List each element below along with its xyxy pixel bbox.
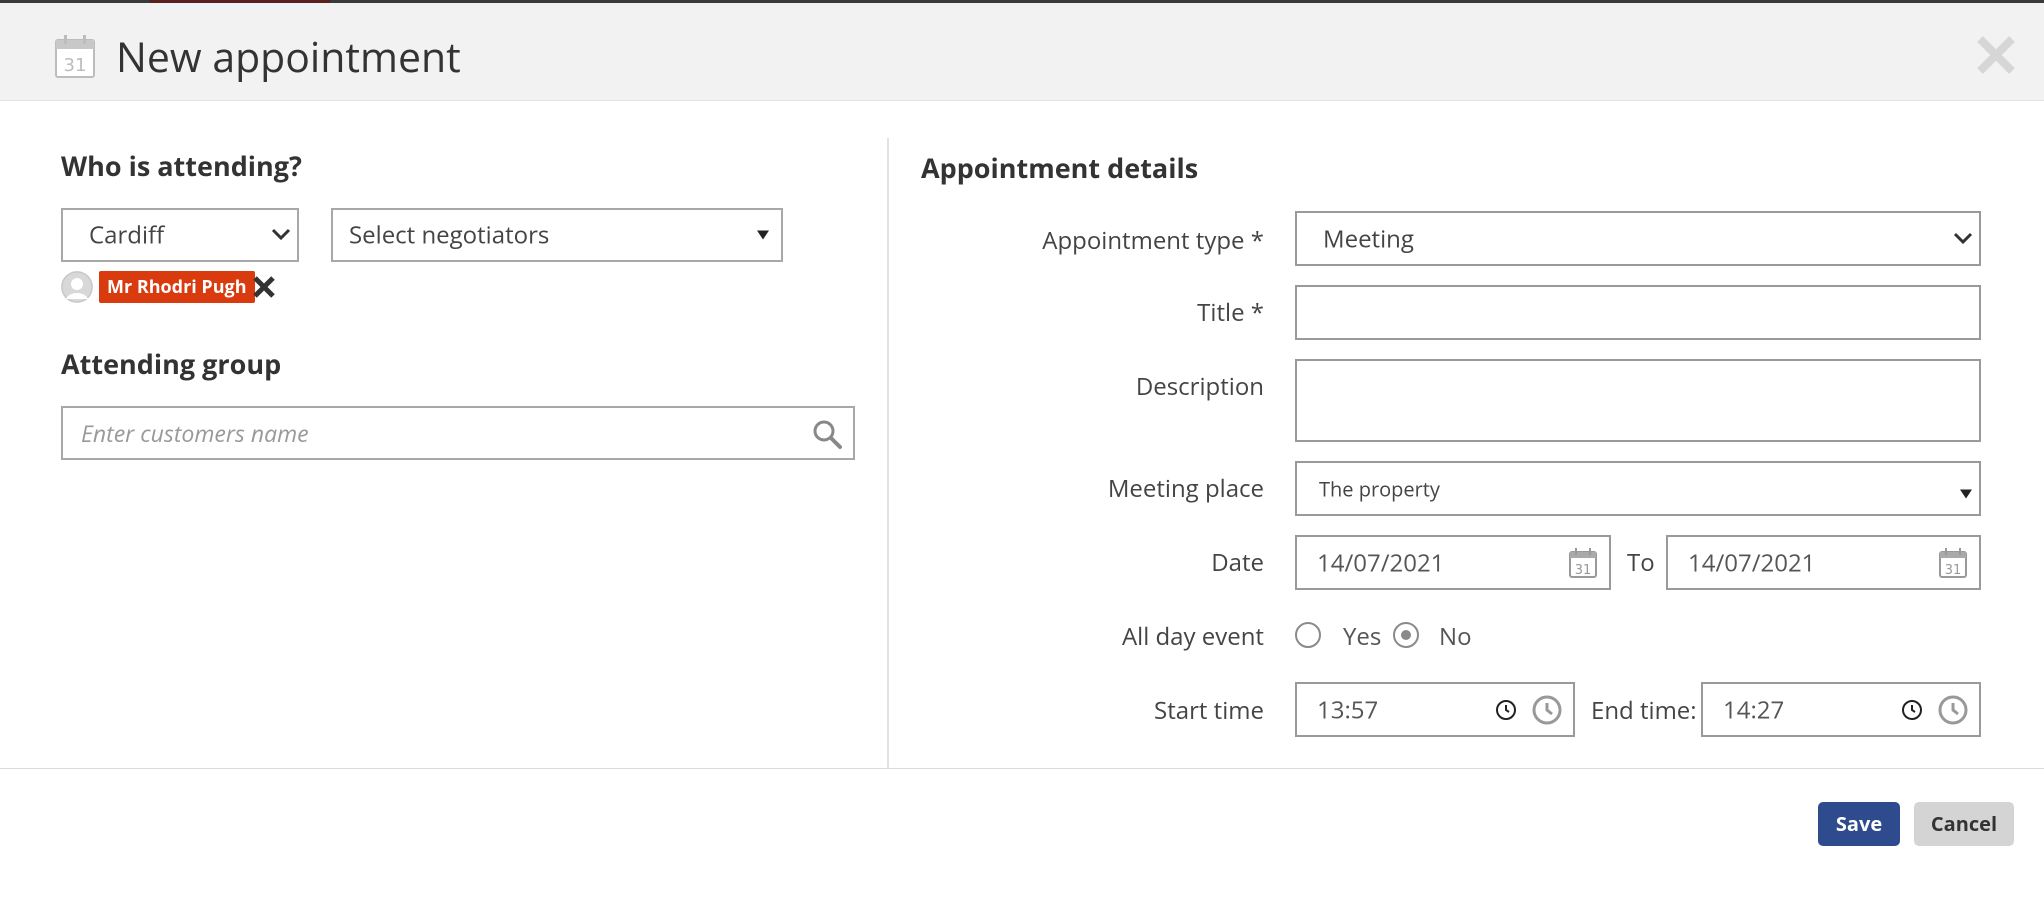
title-input[interactable] <box>1295 285 1981 340</box>
date-from-input[interactable]: 14/07/2021 31 <box>1295 535 1611 590</box>
dropdown-arrow-icon <box>757 230 769 240</box>
avatar <box>61 271 93 303</box>
customer-search-input[interactable] <box>81 416 781 450</box>
save-button[interactable]: Save <box>1818 802 1900 846</box>
time-picker-icon[interactable] <box>1532 695 1562 725</box>
description-textarea[interactable] <box>1295 359 1981 442</box>
customer-search-field[interactable] <box>61 406 855 460</box>
footer-divider <box>0 768 2044 769</box>
description-label: Description <box>1135 370 1264 403</box>
appointment-type-label: Appointment type * <box>1042 224 1264 257</box>
all-day-no-label: No <box>1439 620 1472 653</box>
start-time-value: 13:57 <box>1317 693 1379 726</box>
appointment-details-heading: Appointment details <box>921 149 1199 186</box>
svg-text:31: 31 <box>64 55 87 76</box>
svg-text:31: 31 <box>1945 563 1962 578</box>
title-label: Title * <box>1197 296 1264 329</box>
end-time-input[interactable]: 14:27 <box>1701 682 1981 737</box>
calendar-icon: 31 <box>55 35 95 78</box>
meeting-place-select[interactable]: The property <box>1295 461 1981 516</box>
column-divider <box>887 138 889 768</box>
calendar-picker-icon[interactable]: 31 <box>1569 547 1597 578</box>
start-time-label: Start time <box>1154 694 1264 727</box>
chevron-down-icon <box>271 228 291 241</box>
clock-icon <box>1902 699 1922 720</box>
selected-negotiator-badge: Mr Rhodri Pugh <box>99 271 255 303</box>
office-select-value: Cardiff <box>89 218 165 252</box>
dialog-header: 31 New appointment <box>0 3 2044 101</box>
date-to-label: To <box>1627 546 1655 579</box>
user-avatar-icon <box>61 271 93 303</box>
appointment-type-value: Meeting <box>1323 222 1414 255</box>
end-time-value: 14:27 <box>1723 693 1785 726</box>
clock-icon <box>1496 699 1516 720</box>
date-from-value: 14/07/2021 <box>1317 546 1445 579</box>
all-day-label: All day event <box>1121 620 1264 653</box>
meeting-place-value: The property <box>1319 475 1440 502</box>
negotiator-select[interactable]: Select negotiators <box>331 208 783 262</box>
attending-heading: Who is attending? <box>61 147 302 184</box>
search-icon[interactable] <box>811 418 843 450</box>
remove-negotiator-icon[interactable] <box>251 274 277 300</box>
all-day-yes-label: Yes <box>1343 620 1382 653</box>
office-select[interactable]: Cardiff <box>61 208 299 262</box>
cancel-button[interactable]: Cancel <box>1914 802 2014 846</box>
all-day-no-radio[interactable] <box>1393 622 1419 648</box>
date-to-value: 14/07/2021 <box>1688 546 1816 579</box>
chevron-down-icon <box>1953 232 1973 244</box>
end-time-label: End time: <box>1591 694 1697 727</box>
date-label: Date <box>1211 546 1264 579</box>
date-to-input[interactable]: 14/07/2021 31 <box>1666 535 1981 590</box>
meeting-place-label: Meeting place <box>1107 472 1264 505</box>
attending-group-heading: Attending group <box>61 345 282 382</box>
start-time-input[interactable]: 13:57 <box>1295 682 1575 737</box>
dialog-title: New appointment <box>116 29 461 85</box>
all-day-yes-radio[interactable] <box>1295 622 1321 648</box>
calendar-picker-icon[interactable]: 31 <box>1939 547 1967 578</box>
close-icon[interactable] <box>1972 31 2020 79</box>
appointment-type-select[interactable]: Meeting <box>1295 211 1981 266</box>
time-picker-icon[interactable] <box>1938 695 1968 725</box>
dropdown-arrow-icon <box>1960 489 1972 499</box>
negotiator-select-placeholder: Select negotiators <box>349 218 550 252</box>
svg-text:31: 31 <box>1575 563 1592 578</box>
